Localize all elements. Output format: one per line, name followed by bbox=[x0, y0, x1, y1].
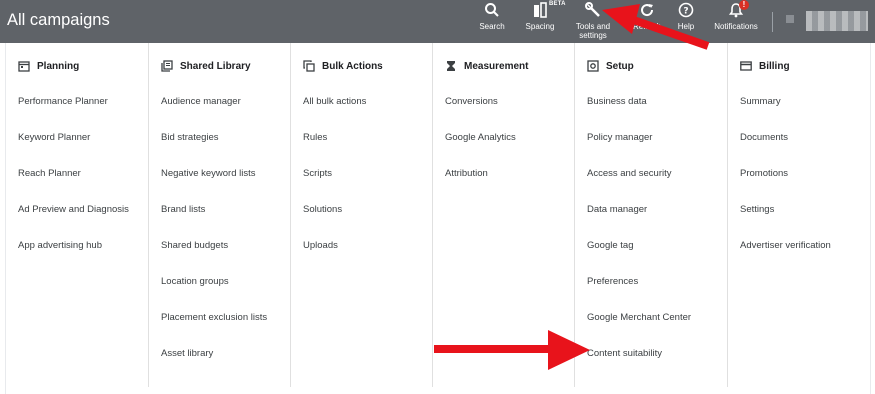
column-heading-label: Planning bbox=[37, 60, 80, 72]
menu-column-planning: Planning Performance Planner Keyword Pla… bbox=[6, 43, 149, 387]
menu-item-policy-manager[interactable]: Policy manager bbox=[587, 132, 652, 143]
library-icon bbox=[161, 60, 173, 72]
calendar-icon bbox=[18, 61, 30, 72]
page-title: All campaigns bbox=[7, 11, 110, 29]
menu-item-uploads[interactable]: Uploads bbox=[303, 240, 338, 251]
menu-item-audience-manager[interactable]: Audience manager bbox=[161, 96, 241, 107]
search-tool-label: Search bbox=[479, 22, 505, 31]
beta-badge: BETA bbox=[549, 1, 566, 7]
menu-item-documents[interactable]: Documents bbox=[740, 132, 788, 143]
column-heading-shared-library: Shared Library bbox=[161, 60, 251, 72]
refresh-tool-label: Refresh bbox=[632, 22, 661, 31]
menu-column-setup: Setup Business data Policy manager Acces… bbox=[574, 43, 728, 387]
menu-column-billing: Billing Summary Documents Promotions Set… bbox=[727, 43, 870, 387]
top-app-bar: All campaigns Search Spacing BETA Tools … bbox=[0, 0, 875, 43]
menu-item-solutions[interactable]: Solutions bbox=[303, 204, 342, 215]
menu-item-content-suitability[interactable]: Content suitability bbox=[587, 348, 662, 359]
menu-item-google-analytics[interactable]: Google Analytics bbox=[445, 132, 516, 143]
column-heading-label: Shared Library bbox=[180, 60, 251, 72]
column-heading-billing: Billing bbox=[740, 60, 790, 72]
tools-label-line1: Tools and bbox=[575, 22, 611, 31]
menu-item-brand-lists[interactable]: Brand lists bbox=[161, 204, 205, 215]
column-heading-label: Setup bbox=[606, 60, 634, 72]
notifications-tool-label: Notifications bbox=[714, 22, 758, 31]
menu-column-bulk-actions: Bulk Actions All bulk actions Rules Scri… bbox=[290, 43, 433, 387]
menu-column-measurement: Measurement Conversions Google Analytics… bbox=[432, 43, 575, 387]
column-heading-bulk-actions: Bulk Actions bbox=[303, 60, 383, 72]
menu-item-business-data[interactable]: Business data bbox=[587, 96, 647, 107]
menu-item-attribution[interactable]: Attribution bbox=[445, 168, 488, 179]
menu-item-preferences[interactable]: Preferences bbox=[587, 276, 638, 287]
menu-item-location-groups[interactable]: Location groups bbox=[161, 276, 229, 287]
tools-and-settings-button[interactable]: Tools and settings bbox=[572, 2, 614, 40]
credit-card-icon bbox=[740, 61, 752, 71]
notifications-tool-button[interactable]: Notifications bbox=[708, 2, 764, 31]
search-icon bbox=[477, 2, 507, 22]
column-heading-planning: Planning bbox=[18, 60, 79, 72]
menu-item-all-bulk-actions[interactable]: All bulk actions bbox=[303, 96, 366, 107]
column-heading-label: Billing bbox=[759, 60, 790, 72]
menu-item-google-tag[interactable]: Google tag bbox=[587, 240, 633, 251]
account-indicator[interactable] bbox=[786, 15, 794, 23]
menu-item-settings[interactable]: Settings bbox=[740, 204, 774, 215]
menu-item-reach-planner[interactable]: Reach Planner bbox=[18, 168, 81, 179]
menu-item-promotions[interactable]: Promotions bbox=[740, 168, 788, 179]
tools-and-settings-menu: Planning Performance Planner Keyword Pla… bbox=[5, 43, 871, 394]
hourglass-icon bbox=[447, 61, 455, 71]
menu-item-performance-planner[interactable]: Performance Planner bbox=[18, 96, 108, 107]
menu-item-advertiser-verification[interactable]: Advertiser verification bbox=[740, 240, 831, 251]
menu-item-google-merchant-center[interactable]: Google Merchant Center bbox=[587, 312, 691, 323]
menu-item-scripts[interactable]: Scripts bbox=[303, 168, 332, 179]
tools-label-line2: settings bbox=[579, 31, 607, 40]
menu-item-ad-preview[interactable]: Ad Preview and Diagnosis bbox=[18, 204, 129, 215]
column-heading-setup: Setup bbox=[587, 60, 634, 72]
account-name-redacted[interactable] bbox=[806, 11, 868, 31]
refresh-icon bbox=[630, 2, 664, 22]
refresh-tool-button[interactable]: Refresh bbox=[630, 2, 664, 31]
bell-icon bbox=[708, 2, 764, 22]
menu-item-rules[interactable]: Rules bbox=[303, 132, 327, 143]
menu-column-shared-library: Shared Library Audience manager Bid stra… bbox=[148, 43, 290, 387]
column-heading-label: Measurement bbox=[464, 60, 529, 72]
menu-item-bid-strategies[interactable]: Bid strategies bbox=[161, 132, 219, 143]
search-tool-button[interactable]: Search bbox=[477, 2, 507, 31]
help-icon: ? bbox=[674, 2, 698, 22]
menu-item-asset-library[interactable]: Asset library bbox=[161, 348, 213, 359]
wrench-icon bbox=[572, 2, 614, 22]
menu-item-summary[interactable]: Summary bbox=[740, 96, 781, 107]
notification-count-badge: ! bbox=[739, 0, 749, 10]
menu-item-conversions[interactable]: Conversions bbox=[445, 96, 498, 107]
menu-item-negative-keyword-lists[interactable]: Negative keyword lists bbox=[161, 168, 256, 179]
menu-item-keyword-planner[interactable]: Keyword Planner bbox=[18, 132, 90, 143]
column-heading-label: Bulk Actions bbox=[322, 60, 383, 72]
menu-item-data-manager[interactable]: Data manager bbox=[587, 204, 647, 215]
menu-item-shared-budgets[interactable]: Shared budgets bbox=[161, 240, 228, 251]
menu-item-access-and-security[interactable]: Access and security bbox=[587, 168, 671, 179]
menu-item-app-advertising-hub[interactable]: App advertising hub bbox=[18, 240, 102, 251]
copy-icon bbox=[303, 60, 315, 72]
setup-icon bbox=[587, 60, 599, 72]
menu-item-placement-exclusion-lists[interactable]: Placement exclusion lists bbox=[161, 312, 267, 323]
svg-text:?: ? bbox=[683, 7, 688, 17]
help-tool-button[interactable]: ? Help bbox=[674, 2, 698, 31]
spacing-tool-label: Spacing bbox=[525, 22, 555, 31]
help-tool-label: Help bbox=[677, 22, 695, 31]
column-heading-measurement: Measurement bbox=[445, 60, 528, 72]
toolbar-divider bbox=[772, 12, 773, 32]
